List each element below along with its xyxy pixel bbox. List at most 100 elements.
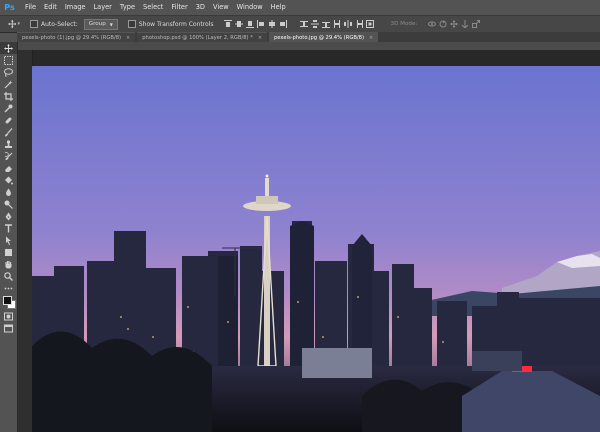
paint-bucket-icon [5,176,13,184]
menu-help[interactable]: Help [267,0,290,15]
screen-mode-icon [4,324,13,332]
arrow-pointer-icon [6,236,11,245]
distribute-horizontal-center-icon[interactable] [344,20,353,29]
distribute-left-icon[interactable] [333,20,342,29]
stamp-icon [5,139,12,148]
brush-icon [5,127,13,136]
eyedropper-tool[interactable] [0,102,17,114]
menu-image[interactable]: Image [61,0,90,15]
move-tool-preset-button[interactable]: ▾ [8,18,20,30]
menu-type[interactable]: Type [116,0,139,15]
rectangle-marquee-icon [4,55,13,65]
rectangle-shape-icon [5,248,12,256]
3d-slide-icon[interactable] [460,20,469,29]
crop-icon [4,91,13,101]
ellipsis-icon [4,287,13,289]
menu-window[interactable]: Window [233,0,267,15]
tab-pexels-photo[interactable]: pexels-photo.jpg @ 29.4% (RGB/8) × [269,32,379,42]
3d-pan-icon[interactable] [449,20,458,29]
color-swatches [0,294,17,310]
blur-tool[interactable] [0,186,17,198]
align-horizontal-center-icon[interactable] [268,20,277,29]
dodge-icon [4,200,13,209]
close-icon[interactable]: × [126,35,130,41]
brush-tool[interactable] [0,126,17,138]
auto-align-layers-icon[interactable] [366,20,375,29]
foreground-color-swatch[interactable] [3,296,12,305]
align-left-icon[interactable] [257,20,266,29]
menu-file[interactable]: File [21,0,40,15]
hand-icon [5,260,12,268]
document-canvas[interactable] [32,66,600,432]
marquee-tool[interactable] [0,54,17,66]
menu-select[interactable]: Select [139,0,167,15]
more-tools-button[interactable] [0,282,17,294]
history-brush-icon [4,151,13,160]
hand-tool[interactable] [0,258,17,270]
eyedropper-icon [4,104,13,112]
crop-tool[interactable] [0,90,17,102]
dodge-tool[interactable] [0,198,17,210]
gradient-tool[interactable] [0,174,17,186]
document-tabs: pexels-photo (1).jpg @ 29.4% (RGB/8) × p… [17,32,600,42]
align-vertical-center-icon[interactable] [235,20,244,29]
distribute-bottom-icon[interactable] [322,20,331,29]
quick-selection-tool[interactable] [0,78,17,90]
tab-pexels-photo-1[interactable]: pexels-photo (1).jpg @ 29.4% (RGB/8) × [17,32,136,42]
menu-3d[interactable]: 3D [192,0,209,15]
zoom-tool[interactable] [0,270,17,282]
show-transform-label: Show Transform Controls [138,20,214,28]
tab-photoshop-psd[interactable]: photoshop.psd @ 100% (Layer 2, RGB/8) * … [137,32,268,42]
healing-brush-tool[interactable] [0,114,17,126]
auto-select-checkbox[interactable] [30,20,38,28]
menu-view[interactable]: View [209,0,233,15]
shape-tool[interactable] [0,246,17,258]
align-right-icon[interactable] [279,20,288,29]
magnifier-icon [4,271,13,281]
type-icon [5,223,12,232]
horizontal-ruler[interactable] [18,42,600,51]
eraser-icon [5,165,12,172]
show-transform-checkbox[interactable] [127,20,136,28]
path-selection-tool[interactable] [0,234,17,246]
move-icon [8,19,17,29]
move-tool[interactable] [0,42,17,54]
canvas-area[interactable] [18,42,600,432]
menu-layer[interactable]: Layer [89,0,115,15]
chevron-down-icon: ▼ [109,21,113,27]
distribute-right-icon[interactable] [355,20,364,29]
auto-select-target-value: Group [88,21,106,27]
3d-mode-buttons [427,20,482,29]
pen-icon [5,212,12,220]
screen-mode-button[interactable] [0,322,17,334]
magic-wand-icon [4,80,13,88]
3d-scale-icon[interactable] [471,20,480,29]
3d-mode-label: 3D Mode: [390,21,418,27]
type-tool[interactable] [0,222,17,234]
distribute-top-icon[interactable] [300,20,309,29]
auto-select-target-dropdown[interactable]: Group ▼ [83,18,118,30]
close-icon[interactable]: × [258,35,262,41]
vertical-ruler[interactable] [18,50,33,432]
lasso-tool[interactable] [0,66,17,78]
pen-tool[interactable] [0,210,17,222]
menu-filter[interactable]: Filter [167,0,191,15]
distribute-vertical-center-icon[interactable] [311,20,320,29]
tab-label: pexels-photo.jpg @ 29.4% (RGB/8) [274,34,364,41]
photoshop-logo: Ps [4,3,15,12]
3d-orbit-icon[interactable] [427,20,436,29]
chevron-down-icon: ▾ [17,21,20,27]
close-icon[interactable]: × [369,35,373,41]
history-brush-tool[interactable] [0,150,17,162]
quick-mask-button[interactable] [0,310,17,322]
align-top-icon[interactable] [224,20,233,29]
menu-bar: Ps File Edit Image Layer Type Select Fil… [0,0,600,15]
eraser-tool[interactable] [0,162,17,174]
clone-stamp-tool[interactable] [0,138,17,150]
3d-roll-icon[interactable] [438,20,447,29]
align-bottom-icon[interactable] [246,20,255,29]
menu-edit[interactable]: Edit [40,0,61,15]
auto-select-label: Auto-Select: [41,20,78,28]
distribute-buttons [300,20,377,29]
tab-label: photoshop.psd @ 100% (Layer 2, RGB/8) * [142,34,253,41]
